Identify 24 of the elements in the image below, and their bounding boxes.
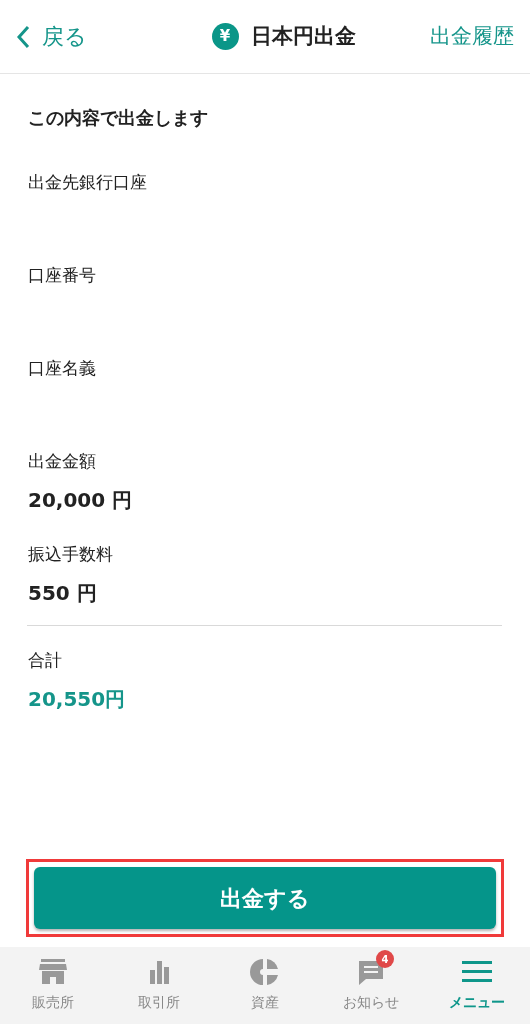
history-link[interactable]: 出金履歴 [430, 20, 514, 53]
withdraw-button[interactable]: 出金する [34, 867, 496, 929]
back-button[interactable]: 戻る [16, 20, 87, 53]
nav-tab[interactable]: 取引所 [106, 947, 212, 1024]
nav-tab[interactable]: 4 お知らせ [318, 947, 424, 1024]
field-label: 口座名義 [28, 357, 97, 380]
section-heading: この内容で出金します [28, 106, 209, 130]
nav-tab[interactable]: メニュー [424, 947, 530, 1024]
nav-tab[interactable]: 資産 [212, 947, 318, 1024]
total-label: 合計 [28, 649, 63, 672]
field-label: 振込手数料 [28, 543, 114, 566]
field-label: 出金先銀行口座 [28, 171, 148, 194]
field-label: 出金金額 [28, 450, 97, 473]
field-value: 550 円 [28, 580, 98, 607]
total-value: 20,550円 [28, 685, 127, 713]
pie-chart-icon [250, 958, 280, 986]
field-value: 20,000 円 [28, 487, 134, 514]
notification-badge: 4 [376, 950, 394, 968]
store-icon [38, 958, 68, 986]
nav-tab[interactable]: 販売所 [0, 947, 106, 1024]
field-label: 口座番号 [28, 264, 97, 287]
chevron-left-icon [16, 24, 30, 49]
yen-icon: ¥ [211, 23, 239, 50]
page-title: 日本円出金 [250, 22, 356, 50]
